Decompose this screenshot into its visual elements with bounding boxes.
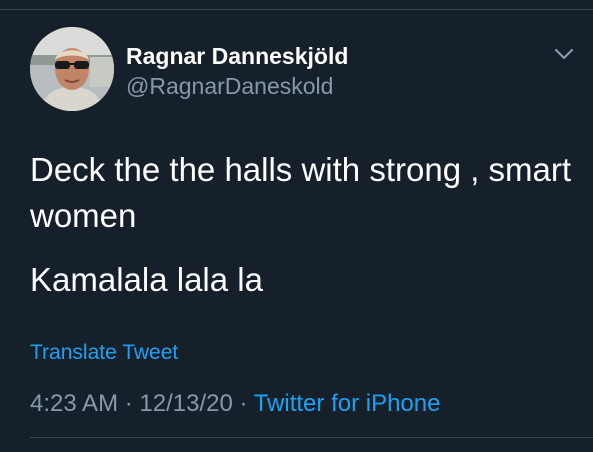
tweet-text-line: Deck the the halls with strong , smart [30,151,572,188]
tweet-source-link[interactable]: Twitter for iPhone [254,390,441,417]
chevron-down-icon[interactable] [552,44,576,64]
author-display-name[interactable]: Ragnar Danneskjöld [126,42,348,70]
tweet-metadata: 4:23 AM · 12/13/20 · Twitter for iPhone [30,388,440,420]
avatar[interactable] [30,27,114,111]
translate-tweet-link[interactable]: Translate Tweet [30,339,178,367]
tweet-text-line: women [30,197,137,234]
avatar-photo [30,27,114,111]
tweet-time[interactable]: 4:23 AM [30,390,118,417]
author-handle[interactable]: @RagnarDaneskold [126,72,333,100]
top-divider [0,9,593,10]
chevron-down-icon-svg [554,48,574,60]
bottom-divider [30,437,593,438]
meta-separator: · [232,390,254,417]
meta-separator: · [118,390,140,417]
tweet-text-line: Kamalala lala la [30,261,263,298]
tweet-detail-view: Ragnar Danneskjöld @RagnarDaneskold Deck… [0,0,593,452]
tweet-date[interactable]: 12/13/20 [139,390,232,417]
